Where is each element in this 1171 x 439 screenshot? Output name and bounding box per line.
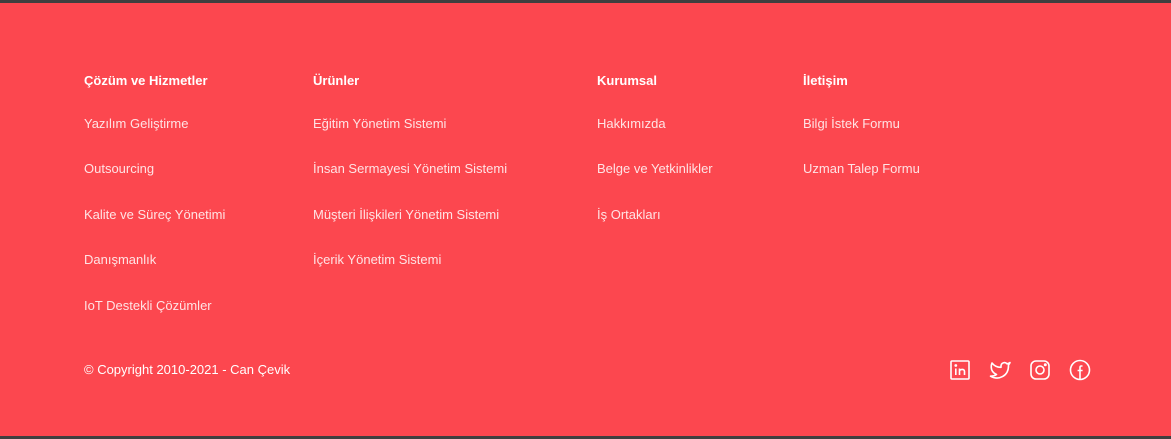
instagram-link[interactable] xyxy=(1028,358,1052,382)
footer-link-info-request-form[interactable]: Bilgi İstek Formu xyxy=(803,116,900,132)
footer-column-products: Ürünler Eğitim Yönetim Sistemi İnsan Ser… xyxy=(313,73,507,267)
twitter-link[interactable] xyxy=(988,358,1012,382)
facebook-icon xyxy=(1069,359,1091,381)
instagram-icon xyxy=(1030,360,1050,380)
footer-link-partners[interactable]: İş Ortakları xyxy=(597,207,661,223)
footer-link-expert-request-form[interactable]: Uzman Talep Formu xyxy=(803,161,920,177)
footer-link-software-development[interactable]: Yazılım Geliştirme xyxy=(84,116,189,132)
footer-column-title: Çözüm ve Hizmetler xyxy=(84,73,208,88)
footer-column-title: İletişim xyxy=(803,73,848,88)
footer-column-contact: İletişim Bilgi İstek Formu Uzman Talep F… xyxy=(803,73,920,176)
twitter-icon xyxy=(989,361,1011,379)
footer-link-quality-process[interactable]: Kalite ve Süreç Yönetimi xyxy=(84,207,225,223)
footer-column-solutions: Çözüm ve Hizmetler Yazılım Geliştirme Ou… xyxy=(84,73,225,313)
linkedin-link[interactable] xyxy=(948,358,972,382)
footer-link-crm-system[interactable]: Müşteri İlişkileri Yönetim Sistemi xyxy=(313,207,499,223)
site-footer: Çözüm ve Hizmetler Yazılım Geliştirme Ou… xyxy=(0,3,1171,436)
footer-column-title: Kurumsal xyxy=(597,73,657,88)
footer-column-corporate: Kurumsal Hakkımızda Belge ve Yetkinlikle… xyxy=(597,73,713,222)
linkedin-icon xyxy=(950,360,970,380)
footer-link-education-system[interactable]: Eğitim Yönetim Sistemi xyxy=(313,116,446,132)
facebook-link[interactable] xyxy=(1068,358,1092,382)
footer-link-certificates[interactable]: Belge ve Yetkinlikler xyxy=(597,161,713,177)
footer-link-content-system[interactable]: İçerik Yönetim Sistemi xyxy=(313,252,441,268)
footer-link-human-capital-system[interactable]: İnsan Sermayesi Yönetim Sistemi xyxy=(313,161,507,177)
copyright-text: © Copyright 2010-2021 - Can Çevik xyxy=(84,362,291,377)
footer-link-consulting[interactable]: Danışmanlık xyxy=(84,252,156,268)
social-links xyxy=(948,358,1092,382)
footer-link-about[interactable]: Hakkımızda xyxy=(597,116,666,132)
footer-column-title: Ürünler xyxy=(313,73,360,88)
footer-link-outsourcing[interactable]: Outsourcing xyxy=(84,161,154,177)
footer-link-iot-solutions[interactable]: IoT Destekli Çözümler xyxy=(84,298,212,314)
